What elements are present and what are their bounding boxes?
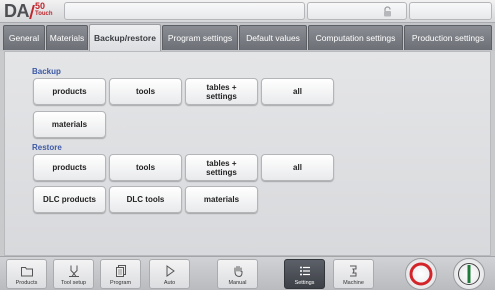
info-field [409,2,492,20]
hand-icon [234,266,242,278]
play-icon [166,265,175,277]
restore-all-button[interactable]: all [261,154,334,181]
stop-icon [409,262,433,286]
nav-machine-label: Machine [343,280,364,286]
tab-backup-restore[interactable]: Backup/restore [89,24,161,51]
logo-subtitle: Touch [35,11,53,17]
nav-settings-label: Settings [294,280,315,286]
top-bar: DA 50 Touch [0,0,495,23]
nav-auto[interactable]: Auto [149,259,190,289]
tab-program-settings[interactable]: Program settings [162,25,238,50]
start-icon [458,263,480,285]
logo-text: DA [4,1,30,21]
delem-logo: DA 50 Touch [4,2,62,21]
nav-products[interactable]: Products [6,259,47,289]
lock-icon [384,6,391,17]
backup-tables-settings-button[interactable]: tables + settings [185,78,258,105]
backup-tools-button[interactable]: tools [109,78,182,105]
status-field [64,2,305,20]
tab-default-values[interactable]: Default values [239,25,307,50]
restore-materials-button[interactable]: materials [185,186,258,213]
tab-materials[interactable]: Materials [46,25,88,50]
pages-icon [115,265,126,277]
restore-dlc-tools-button[interactable]: DLC tools [109,186,182,213]
settings-tab-bar: General Materials Backup/restore Program… [0,23,495,51]
tab-general[interactable]: General [3,25,45,50]
nav-products-label: Products [15,280,38,286]
list-icon [299,266,310,276]
logo-number: 50 [35,1,46,11]
restore-dlc-products-button[interactable]: DLC products [33,186,106,213]
backup-products-button[interactable]: products [33,78,106,105]
restore-tables-settings-button[interactable]: tables + settings [185,154,258,181]
nav-machine[interactable]: Machine [333,259,374,289]
nav-tool-setup[interactable]: Tool setup [53,259,94,289]
nav-auto-label: Auto [163,280,176,286]
backup-materials-button[interactable]: materials [33,111,106,138]
bottom-navigation: Products Tool setup Program Auto Manual [0,256,495,290]
restore-tools-button[interactable]: tools [109,154,182,181]
restore-heading: Restore [32,143,62,152]
nav-program-label: Program [109,280,132,286]
nav-tool-setup-label: Tool setup [60,280,87,286]
backup-all-button[interactable]: all [261,78,334,105]
nav-manual-label: Manual [228,280,247,286]
tab-computation-settings[interactable]: Computation settings [308,25,403,50]
backup-restore-panel: Backup products tools tables + settings … [4,51,491,256]
tool-icon [68,265,79,277]
nav-program[interactable]: Program [100,259,141,289]
nav-settings[interactable]: Settings [284,259,325,289]
start-button[interactable] [453,258,485,290]
folder-icon [20,267,33,277]
backup-heading: Backup [32,67,61,76]
logo-separator [29,5,35,19]
restore-products-button[interactable]: products [33,154,106,181]
tab-production-settings[interactable]: Production settings [404,25,492,50]
nav-manual[interactable]: Manual [217,259,258,289]
lock-field[interactable] [307,2,407,20]
stop-button[interactable] [405,258,437,290]
machine-icon [349,265,356,277]
